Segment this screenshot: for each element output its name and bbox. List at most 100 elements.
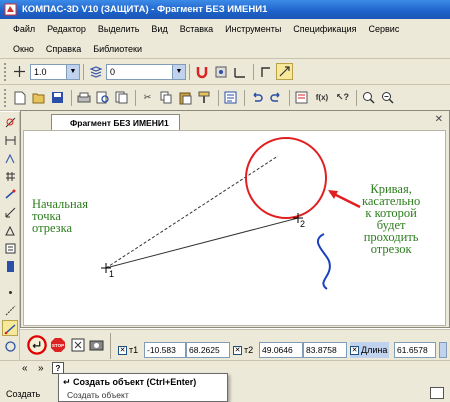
toolbar-grip[interactable] xyxy=(4,62,8,81)
menu-window[interactable]: Окно xyxy=(13,44,34,54)
redo-icon[interactable] xyxy=(267,89,284,106)
designations-icon[interactable] xyxy=(2,150,18,166)
point-icon[interactable] xyxy=(2,284,18,300)
document-tab[interactable]: Фрагмент БЕЗ ИМЕНИ1 xyxy=(51,114,180,130)
document-window: Фрагмент БЕЗ ИМЕНИ1 ✕ Начальная точка от… xyxy=(20,110,450,328)
paste-icon[interactable] xyxy=(177,89,194,106)
length-label-text: Длина xyxy=(361,345,388,355)
segment-tool-icon[interactable] xyxy=(2,320,18,336)
t2-y-input[interactable]: 83.8758 xyxy=(303,342,347,358)
tooltip-title: ↵ Создать объект (Ctrl+Enter) xyxy=(63,377,196,388)
t2-label[interactable]: ✕ т2 xyxy=(233,342,253,358)
toolbar-separator xyxy=(71,89,72,106)
close-icon[interactable]: ✕ xyxy=(435,114,443,125)
grid-icon[interactable] xyxy=(11,63,28,80)
length-checkbox[interactable]: ✕ xyxy=(350,345,359,355)
docs-icon[interactable] xyxy=(113,89,130,106)
spec-icon[interactable] xyxy=(2,240,18,256)
toolbar-separator xyxy=(218,89,219,106)
menu-row-2: Окно Справка Библиотеки xyxy=(0,39,450,59)
toolbar-separator xyxy=(244,89,245,106)
dimensions-icon[interactable] xyxy=(2,132,18,148)
point1-label: 1 xyxy=(109,269,115,279)
menu-specification[interactable]: Спецификация xyxy=(293,24,356,34)
properties-icon[interactable] xyxy=(222,89,239,106)
aux-line-icon[interactable] xyxy=(2,302,18,318)
undo-icon[interactable] xyxy=(248,89,265,106)
reports-icon[interactable] xyxy=(2,258,18,274)
edit-icon[interactable] xyxy=(2,168,18,184)
circle-tool-icon[interactable] xyxy=(2,338,18,354)
new-doc-icon[interactable] xyxy=(11,89,28,106)
zoom-out-icon[interactable] xyxy=(379,89,396,106)
t1-x-input[interactable]: -10.583 xyxy=(144,342,186,358)
camera-icon[interactable] xyxy=(88,336,105,353)
menu-service[interactable]: Сервис xyxy=(369,24,400,34)
copy-icon[interactable] xyxy=(158,89,175,106)
menu-editor[interactable]: Редактор xyxy=(47,24,86,34)
manager-icon[interactable] xyxy=(293,89,310,106)
geometry-icon[interactable] xyxy=(2,114,18,130)
t1-y-input[interactable]: 68.2625 xyxy=(186,342,230,358)
cut-icon[interactable]: ✂ xyxy=(139,89,156,106)
preview-icon[interactable] xyxy=(94,89,111,106)
round-mode-icon[interactable] xyxy=(276,63,293,80)
menu-view[interactable]: Вид xyxy=(151,24,167,34)
snap-icon[interactable] xyxy=(69,336,86,353)
local-cs-icon[interactable] xyxy=(231,63,248,80)
expand-left-icon[interactable]: « xyxy=(22,363,28,374)
annotation-line: отрезок xyxy=(370,242,412,256)
t2-checkbox[interactable]: ✕ xyxy=(233,345,242,355)
save-icon[interactable] xyxy=(49,89,66,106)
stop-label: STOP xyxy=(51,343,63,348)
variables-button[interactable]: f(x) xyxy=(312,89,332,106)
line-style-select[interactable]: 1.0 ▼ xyxy=(30,63,80,80)
snap-settings-icon[interactable] xyxy=(212,63,229,80)
layer-select[interactable]: 0 ▼ xyxy=(106,63,186,80)
t2-label-text: т2 xyxy=(244,345,254,355)
menu-bar: Файл Редактор Выделить Вид Вставка Инстр… xyxy=(0,19,450,59)
print-icon[interactable] xyxy=(75,89,92,106)
tangent-circle xyxy=(245,137,327,219)
length-label[interactable]: ✕ Длина xyxy=(350,342,390,358)
layers-icon[interactable] xyxy=(87,63,104,80)
t1-label[interactable]: ✕ т1 xyxy=(118,342,138,358)
document-tab-title: Фрагмент БЕЗ ИМЕНИ1 xyxy=(70,117,169,128)
propbar-scroll[interactable] xyxy=(439,342,447,358)
toolbar-standard: ✂ f(x) ↖? xyxy=(0,85,450,111)
menu-help[interactable]: Справка xyxy=(46,44,81,54)
measure-icon[interactable] xyxy=(2,204,18,220)
window-title: КОМПАС-3D V10 (ЗАЩИТА) - Фрагмент БЕЗ ИМ… xyxy=(22,4,268,15)
zoom-in-icon[interactable] xyxy=(360,89,377,106)
open-icon[interactable] xyxy=(30,89,47,106)
t2-x-input[interactable]: 49.0646 xyxy=(259,342,303,358)
ortho-mode-icon[interactable] xyxy=(257,63,274,80)
chevron-down-icon[interactable]: ▼ xyxy=(66,64,79,79)
create-object-button[interactable] xyxy=(27,335,47,355)
toolbar-separator xyxy=(356,89,357,106)
t1-checkbox[interactable]: ✕ xyxy=(118,345,127,355)
chevron-down-icon[interactable]: ▼ xyxy=(172,64,185,79)
format-painter-icon[interactable] xyxy=(196,89,213,106)
select-icon[interactable] xyxy=(2,222,18,238)
blue-curve xyxy=(317,233,331,290)
toolbar-current-state: 1.0 ▼ 0 ▼ xyxy=(0,59,450,85)
menu-libraries[interactable]: Библиотеки xyxy=(93,44,142,54)
menu-insert[interactable]: Вставка xyxy=(180,24,213,34)
compact-panel xyxy=(0,112,20,386)
annotation-line: отрезка xyxy=(32,221,73,235)
toolbar-grip[interactable] xyxy=(4,88,8,107)
length-input[interactable]: 61.6578 xyxy=(394,342,436,358)
drawing-canvas[interactable]: Начальная точка отрезка Кривая, касатель… xyxy=(23,130,446,326)
menu-tools[interactable]: Инструменты xyxy=(225,24,281,34)
help-pointer-icon[interactable]: ↖? xyxy=(334,89,351,106)
menu-row-1: Файл Редактор Выделить Вид Вставка Инстр… xyxy=(0,19,450,39)
parametrization-icon[interactable] xyxy=(2,186,18,202)
magnet-icon[interactable] xyxy=(193,63,210,80)
expand-right-icon[interactable]: » xyxy=(38,363,44,374)
stop-icon[interactable]: STOP xyxy=(49,336,66,353)
menu-select[interactable]: Выделить xyxy=(98,24,140,34)
layer-value: 0 xyxy=(110,66,116,77)
tooltip-title-text: Создать объект (Ctrl+Enter) xyxy=(73,377,197,387)
menu-file[interactable]: Файл xyxy=(13,24,35,34)
